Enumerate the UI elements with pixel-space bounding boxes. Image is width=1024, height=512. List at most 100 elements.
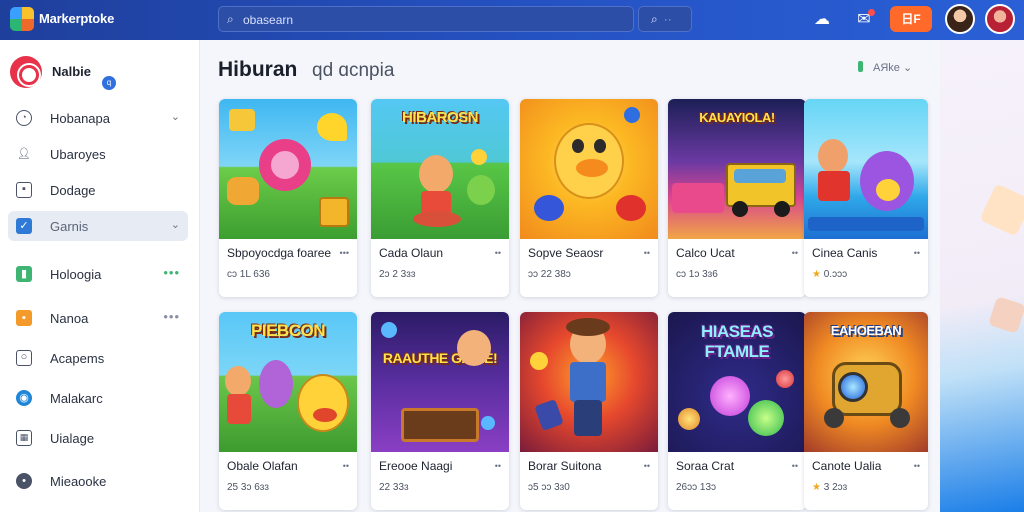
more-icon[interactable]: •• bbox=[495, 248, 501, 258]
sidebar-item-label: Garnis bbox=[50, 219, 89, 234]
chevron-down-icon[interactable]: ⌄ bbox=[171, 110, 180, 123]
game-title: Sopve Seaosr bbox=[528, 246, 604, 260]
rating-star-icon: ★ bbox=[812, 482, 821, 493]
game-meta: ★ 0.ɔɔɔ bbox=[812, 269, 847, 280]
sidebar-item-label: Holoogia bbox=[50, 267, 102, 282]
chevron-down-icon[interactable]: ⌄ bbox=[171, 218, 180, 231]
page-subtitle: qd ɑcnpia bbox=[312, 60, 395, 81]
game-card[interactable]: PIEBCON Obale Olafan •• 25 3ɔ 6ɜɜ bbox=[219, 312, 357, 510]
image-icon: ▪ bbox=[16, 182, 32, 198]
more-icon[interactable]: •• bbox=[495, 461, 501, 471]
sidebar-item-dodage[interactable]: ▪ Dodage bbox=[8, 175, 188, 205]
game-card[interactable]: Borar Suitona •• ɔ5 ɔɔ 3ɜ0 bbox=[520, 312, 658, 510]
sidebar-item-label: Ubaroyes bbox=[50, 147, 106, 162]
sidebar-item-label: Hobanapa bbox=[50, 111, 110, 126]
sidebar-item-label: Acapems bbox=[50, 351, 105, 366]
game-thumbnail[interactable]: KAUAYIOLA! bbox=[668, 99, 806, 239]
search-button-icon: ⌕ bbox=[651, 12, 658, 26]
profile-badge: q bbox=[102, 76, 116, 90]
game-thumbnail[interactable]: PIEBCON bbox=[219, 312, 357, 452]
game-meta-value: 0.ɔɔɔ bbox=[823, 269, 848, 280]
game-card[interactable]: RAAUTHE GAIAE! Ereooe Naagi •• 22 33ɜ bbox=[371, 312, 509, 510]
sidebar-item-malakarc[interactable]: ◉ Malakarc bbox=[8, 383, 188, 413]
user-avatar-2[interactable] bbox=[985, 4, 1015, 34]
sidebar-item-holoogia[interactable]: ▮ Holoogia ••• bbox=[8, 259, 188, 289]
settings-icon: • bbox=[16, 473, 32, 489]
sidebar-item-mieaooke[interactable]: • Mieaooke bbox=[8, 466, 188, 496]
sidebar-item-nanoa[interactable]: ▪ Nanoa ••• bbox=[8, 303, 188, 333]
game-thumbnail[interactable]: RAAUTHE GAIAE! bbox=[371, 312, 509, 452]
user-avatar-1[interactable] bbox=[945, 4, 975, 34]
decorative-backdrop bbox=[940, 40, 1024, 512]
game-thumbnail[interactable] bbox=[520, 99, 658, 239]
sidebar-item-ubaroyes[interactable]: 👤︎ Ubaroyes bbox=[8, 139, 188, 169]
more-icon[interactable]: •• bbox=[914, 248, 920, 258]
more-dots-icon[interactable]: ••• bbox=[163, 309, 180, 324]
profile-avatar bbox=[10, 56, 42, 88]
clock-icon: ◔ bbox=[16, 110, 32, 126]
notifications-icon[interactable]: ☁ bbox=[810, 8, 834, 32]
game-card[interactable]: EAHOEBAN Canote Ualia •• ★ 3 2ɔɜ bbox=[804, 312, 928, 510]
game-thumbnail[interactable] bbox=[804, 99, 928, 239]
game-meta: 22 33ɜ bbox=[379, 482, 409, 493]
app-logo-icon[interactable] bbox=[10, 7, 34, 31]
grid-icon: ▦ bbox=[16, 430, 32, 446]
more-icon[interactable]: •• bbox=[914, 461, 920, 471]
green-app-icon: ▮ bbox=[16, 266, 32, 282]
sidebar-item-acapems[interactable]: ○ Acapems bbox=[8, 343, 188, 373]
game-thumbnail[interactable]: EAHOEBAN bbox=[804, 312, 928, 452]
game-meta: cɔ 1L 636 bbox=[227, 269, 270, 280]
game-card[interactable]: Sopve Seaosr •• ɔɔ 22 38ɔ bbox=[520, 99, 658, 297]
app-brand[interactable]: Markerptoke bbox=[39, 11, 114, 26]
top-bar: Markerptoke ⌕ obasearn ⌕ ·· ☁ ✉ 日F bbox=[0, 0, 1024, 40]
more-icon[interactable]: •• bbox=[792, 248, 798, 258]
sort-dropdown[interactable]: AЯke ⌄ bbox=[858, 61, 912, 74]
profile[interactable]: Nalbie q bbox=[10, 56, 190, 92]
globe-icon: ○ bbox=[16, 350, 32, 366]
sidebar-item-label: Dodage bbox=[50, 183, 96, 198]
game-card[interactable]: Cinea Canis •• ★ 0.ɔɔɔ bbox=[804, 99, 928, 297]
sidebar-item-garnis[interactable]: ✓ Garnis ⌄ bbox=[8, 211, 188, 241]
game-thumbnail[interactable]: HIASEAS FTAMLE bbox=[668, 312, 806, 452]
search-button[interactable]: ⌕ ·· bbox=[638, 6, 692, 32]
game-meta-value: 3 2ɔɜ bbox=[823, 482, 848, 493]
page-title: Hiburan bbox=[218, 58, 298, 81]
game-meta: 26ɔɔ 13ɔ bbox=[676, 482, 717, 493]
more-icon[interactable]: •• bbox=[644, 248, 650, 258]
more-icon[interactable]: •• bbox=[644, 461, 650, 471]
game-title: Sbpoyocdga foaree bbox=[227, 246, 332, 260]
game-title: Calco Ucat bbox=[676, 246, 735, 260]
search-input[interactable]: ⌕ obasearn bbox=[218, 6, 634, 32]
sidebar-item-hobanapa[interactable]: ◔ Hobanapa ⌄ bbox=[8, 103, 188, 133]
game-thumbnail[interactable]: HIBAROSN bbox=[371, 99, 509, 239]
thumbnail-title: EAHOEBAN bbox=[830, 323, 902, 338]
blue-circle-icon: ◉ bbox=[16, 390, 32, 406]
game-title: Cinea Canis bbox=[812, 246, 878, 260]
search-button-dots: ·· bbox=[663, 12, 672, 26]
game-meta: 2ɔ 2 3ɜɜ bbox=[379, 269, 416, 280]
game-thumbnail[interactable] bbox=[520, 312, 658, 452]
search-placeholder: obasearn bbox=[243, 13, 294, 27]
sidebar-item-label: Malakarc bbox=[50, 391, 103, 406]
sidebar-item-label: Mieaooke bbox=[50, 474, 107, 489]
game-meta: cɔ 1ɔ 3ɜ6 bbox=[676, 269, 718, 280]
game-card[interactable]: HIBAROSN Cada Olaun •• 2ɔ 2 3ɜɜ bbox=[371, 99, 509, 297]
messages-icon[interactable]: ✉ bbox=[852, 8, 876, 32]
game-card[interactable]: HIASEAS FTAMLE Soraa Crat •• 26ɔɔ 13ɔ bbox=[668, 312, 806, 510]
thumbnail-title: KAUAYIOLA! bbox=[699, 110, 775, 125]
profile-name: Nalbie bbox=[52, 64, 92, 79]
game-card[interactable]: Sbpoyocdga foaree ••• cɔ 1L 636 bbox=[219, 99, 357, 297]
game-title: Ereooe Naagi bbox=[379, 459, 453, 473]
game-meta: ★ 3 2ɔɜ bbox=[812, 482, 847, 493]
more-icon[interactable]: ••• bbox=[340, 248, 349, 258]
more-dots-icon[interactable]: ••• bbox=[163, 265, 180, 280]
game-meta: ɔ5 ɔɔ 3ɜ0 bbox=[528, 482, 570, 493]
game-card[interactable]: KAUAYIOLA! Calco Ucat •• cɔ 1ɔ 3ɜ6 bbox=[668, 99, 806, 297]
thumbnail-title: PIEBCON bbox=[251, 321, 325, 340]
more-icon[interactable]: •• bbox=[343, 461, 349, 471]
sidebar-item-uialage[interactable]: ▦ Uialage bbox=[8, 423, 188, 453]
cart-button[interactable]: 日F bbox=[890, 6, 932, 32]
game-thumbnail[interactable] bbox=[219, 99, 357, 239]
more-icon[interactable]: •• bbox=[792, 461, 798, 471]
gamepad-icon: ✓ bbox=[16, 218, 32, 234]
